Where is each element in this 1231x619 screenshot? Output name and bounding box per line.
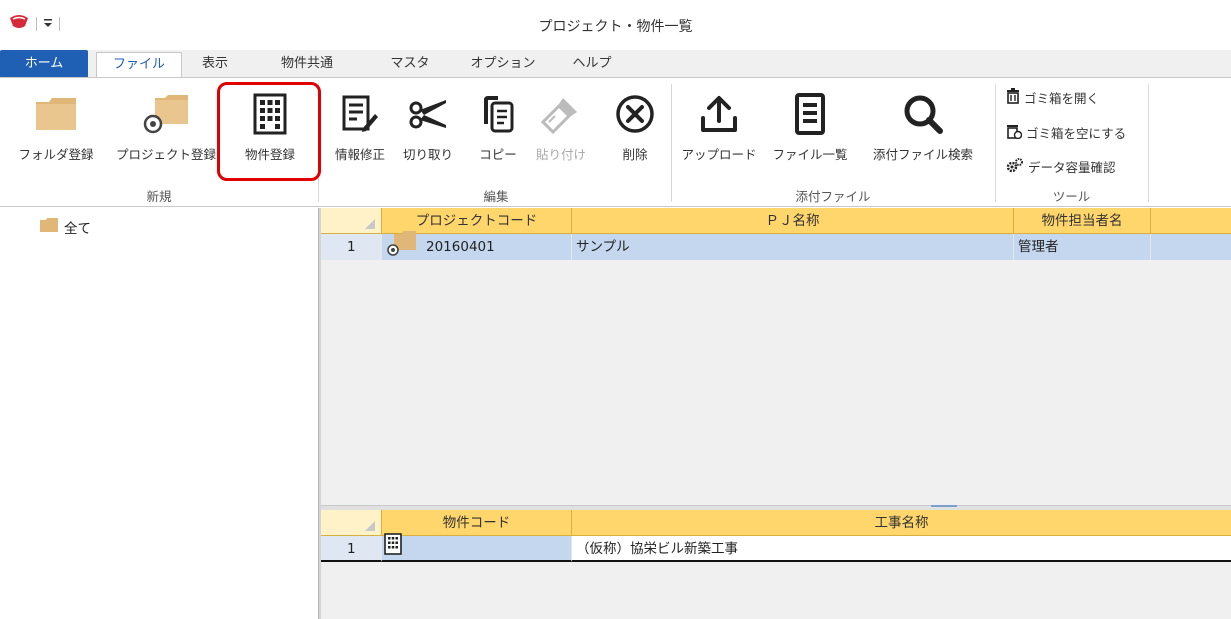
group-label-edit: 編集: [483, 189, 509, 204]
row-number: 1: [321, 536, 382, 562]
attachment-search-button[interactable]: 添付ファイル検索: [858, 88, 988, 163]
button-label: 貼り付け: [535, 147, 586, 162]
button-label: プロジェクト登録: [115, 147, 216, 162]
title-bar: プロジェクト・物件一覧: [0, 0, 1231, 50]
upload-button[interactable]: アップロード: [676, 88, 762, 163]
project-register-button[interactable]: プロジェクト登録: [112, 88, 220, 163]
button-label: 切り取り: [402, 147, 453, 162]
group-separator: [995, 84, 996, 202]
building-icon: [384, 532, 402, 564]
cut-button[interactable]: 切り取り: [396, 88, 460, 163]
folder-icon: [40, 218, 58, 236]
button-label: ファイル一覧: [772, 147, 848, 162]
copy-icon: [468, 88, 528, 140]
property-grid: 物件コード 工事名称 1 （仮称）協栄ビル新築工事: [321, 510, 1231, 619]
upload-icon: [676, 88, 762, 140]
button-label: フォルダ登録: [18, 147, 94, 162]
group-label-attachments: 添付ファイル: [795, 189, 871, 204]
group-separator: [671, 84, 672, 202]
group-label-tools: ツール: [1052, 189, 1091, 204]
open-trash-button[interactable]: ゴミ箱を開く: [1006, 88, 1099, 107]
column-header-property-code[interactable]: 物件コード: [382, 510, 572, 536]
scissors-icon: [396, 88, 460, 140]
ribbon: フォルダ登録 プロジェクト登録 物件登録 新規 情報修正 切り取り コピー 貼り…: [0, 77, 1231, 207]
paste-button[interactable]: 貼り付け: [530, 88, 592, 163]
delete-circle-x-icon: [606, 88, 664, 140]
button-label: コピー: [479, 147, 517, 162]
highlight-annotation: [217, 82, 321, 181]
tab-home[interactable]: ホーム: [0, 50, 88, 78]
pj-name-cell[interactable]: サンプル: [572, 234, 1014, 260]
gears-icon: [1006, 157, 1024, 176]
column-header-pj-name[interactable]: ＰＪ名称: [572, 208, 1014, 234]
ribbon-tabs: ホーム ファイル 表示 物件共通 マスタ オプション ヘルプ: [0, 50, 1231, 78]
tab-help[interactable]: ヘルプ: [564, 52, 620, 78]
button-label: 情報修正: [334, 147, 385, 162]
empty-trash-icon: [1006, 123, 1023, 142]
project-folder-icon: [112, 88, 220, 140]
folder-register-button[interactable]: フォルダ登録: [0, 88, 112, 163]
group-label-new: 新規: [146, 189, 172, 204]
project-folder-icon: [386, 230, 416, 265]
tab-master[interactable]: マスタ: [382, 52, 438, 78]
file-list-button[interactable]: ファイル一覧: [766, 88, 854, 163]
tab-view[interactable]: 表示: [190, 52, 240, 78]
button-label: ゴミ箱を開く: [1024, 91, 1100, 106]
splitter-grip: [931, 505, 957, 507]
button-label: 添付ファイル検索: [872, 147, 973, 162]
button-label: ゴミ箱を空にする: [1026, 126, 1127, 141]
trash-icon: [1006, 88, 1020, 107]
edit-info-button[interactable]: 情報修正: [326, 88, 394, 163]
copy-button[interactable]: コピー: [468, 88, 528, 163]
empty-cell: [1151, 234, 1231, 260]
tab-property-common[interactable]: 物件共通: [272, 52, 342, 78]
grid-corner[interactable]: [321, 510, 382, 536]
property-code-cell[interactable]: [382, 532, 572, 564]
tree-item-label: 全て: [64, 221, 91, 237]
project-code-cell[interactable]: 20160401: [382, 230, 572, 260]
column-header-manager[interactable]: 物件担当者名: [1014, 208, 1151, 234]
column-header-empty: [1151, 208, 1231, 234]
group-separator: [1148, 84, 1149, 202]
row-number: 1: [321, 234, 382, 260]
folder-tree: 全て: [0, 208, 318, 619]
button-label: アップロード: [681, 147, 757, 162]
file-list-icon: [766, 88, 854, 140]
folder-icon: [0, 88, 112, 140]
button-label: 削除: [622, 147, 648, 162]
tree-item-all[interactable]: 全て: [40, 217, 91, 237]
data-capacity-button[interactable]: データ容量確認: [1006, 157, 1116, 176]
cell-value: 20160401: [426, 239, 495, 255]
paste-brush-icon: [530, 88, 592, 140]
tab-file[interactable]: ファイル: [96, 52, 182, 78]
grid-corner[interactable]: [321, 208, 382, 234]
tab-options[interactable]: オプション: [462, 52, 544, 78]
column-header-construction-name[interactable]: 工事名称: [572, 510, 1231, 536]
project-grid: プロジェクトコード ＰＪ名称 物件担当者名 1 20160401 サンプル 管理…: [321, 208, 1231, 505]
button-label: データ容量確認: [1028, 160, 1116, 175]
delete-button[interactable]: 削除: [606, 88, 664, 163]
edit-document-icon: [326, 88, 394, 140]
empty-trash-button[interactable]: ゴミ箱を空にする: [1006, 123, 1126, 142]
manager-cell[interactable]: 管理者: [1014, 234, 1151, 260]
window-title: プロジェクト・物件一覧: [538, 19, 693, 35]
search-icon: [858, 88, 988, 140]
construction-name-cell[interactable]: （仮称）協栄ビル新築工事: [572, 536, 1231, 562]
